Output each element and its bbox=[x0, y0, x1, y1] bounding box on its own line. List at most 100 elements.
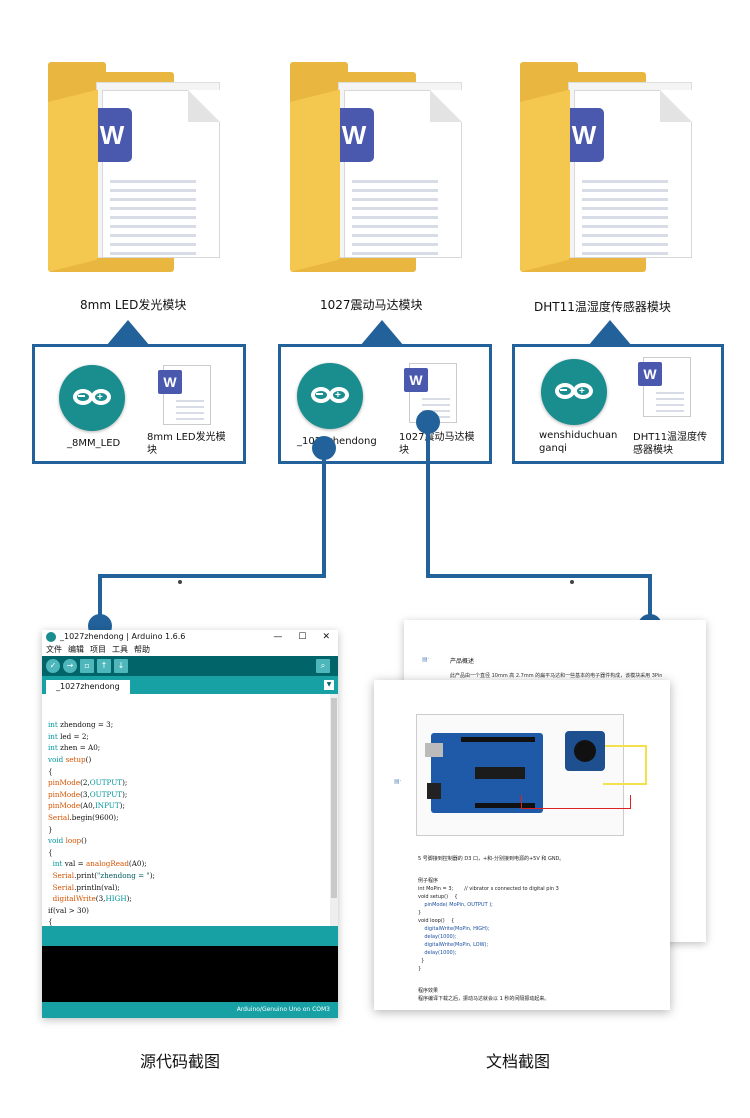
panel-led-files: + _8MM_LED W 8mm LED发光模块 bbox=[32, 344, 246, 464]
ide-titlebar: _1027zhendong | Arduino 1.6.6 — ☐ ✕ bbox=[42, 630, 338, 644]
doc-text-line: int MoPin = 3; // vibrator s connected t… bbox=[418, 886, 559, 892]
menu-edit[interactable]: 编辑 bbox=[68, 644, 84, 656]
code-line: int zhendong = 3; bbox=[48, 720, 114, 730]
upload-icon[interactable]: → bbox=[63, 659, 77, 673]
code-line: digitalWrite(3,HIGH); bbox=[52, 894, 132, 904]
ide-console bbox=[42, 946, 338, 1002]
code-line: pinMode(2,OUTPUT); bbox=[48, 778, 128, 788]
arduino-ide-window: _1027zhendong | Arduino 1.6.6 — ☐ ✕ 文件 编… bbox=[42, 630, 338, 1018]
wiring-diagram-image bbox=[416, 714, 647, 836]
code-line: Serial.begin(9600); bbox=[48, 812, 119, 822]
doc-text-line: 例子程序 bbox=[418, 878, 439, 884]
folder-led[interactable]: W bbox=[46, 62, 246, 282]
code-line: int val = analogRead(A0); bbox=[52, 859, 147, 869]
document-page-front: ▤· 5 号脚接到控制器的 D3 口，+和-分别接到电源的+5V 和 GND。例… bbox=[374, 680, 670, 1010]
close-icon[interactable]: ✕ bbox=[322, 630, 330, 644]
word-file-label: DHT11温湿度传 感器模块 bbox=[633, 432, 708, 456]
code-line: pinMode(A0,INPUT); bbox=[48, 801, 125, 811]
pointer-arrow bbox=[360, 320, 404, 346]
doc-text-line: delay(1000); bbox=[418, 934, 457, 940]
red-wire bbox=[521, 795, 631, 809]
arduino-file-label: _8MM_LED bbox=[67, 438, 121, 449]
connector-line bbox=[322, 448, 326, 576]
panel-dht11-files: + wenshiduchuan ganqi W DHT11温湿度传 感器模块 bbox=[512, 344, 724, 464]
doc-text-line: void loop() { bbox=[418, 918, 455, 924]
ide-menubar: 文件 编辑 项目 工具 帮助 bbox=[42, 644, 338, 656]
arduino-sketch-icon[interactable]: + bbox=[59, 365, 125, 431]
doc-text-line: 程序效果 bbox=[418, 988, 439, 994]
serial-monitor-icon[interactable]: ⌕ bbox=[316, 659, 330, 673]
menu-file[interactable]: 文件 bbox=[46, 644, 62, 656]
menu-sketch[interactable]: 项目 bbox=[90, 644, 106, 656]
minimize-icon[interactable]: — bbox=[273, 630, 282, 644]
word-doc-icon: W bbox=[334, 108, 374, 162]
doc-marker-icon: ▤· bbox=[394, 778, 402, 785]
doc-text-line: } bbox=[418, 910, 422, 916]
sketch-tab[interactable]: _1027zhendong bbox=[46, 680, 130, 694]
tab-menu-icon[interactable]: ▼ bbox=[324, 680, 334, 690]
code-line: int led = 2; bbox=[48, 731, 89, 741]
panel-motor-files: + _1027zhendong W 1027震动马达模块 bbox=[278, 344, 492, 464]
doc-text-line: 5 号脚接到控制器的 D3 口，+和-分别接到电源的+5V 和 GND。 bbox=[418, 856, 565, 862]
code-line: void setup() bbox=[48, 754, 92, 764]
menu-help[interactable]: 帮助 bbox=[134, 644, 150, 656]
code-line: pinMode(3,OUTPUT); bbox=[48, 789, 128, 799]
doc-text-line: pinMode( MoPin, OUTPUT ); bbox=[418, 902, 493, 908]
code-line: void loop() bbox=[48, 836, 87, 846]
marker-dot bbox=[570, 580, 574, 584]
folder-label-led: 8mm LED发光模块 bbox=[80, 298, 187, 312]
verify-icon[interactable]: ✓ bbox=[46, 659, 60, 673]
arduino-sketch-icon[interactable]: + bbox=[297, 363, 363, 429]
folder-front bbox=[520, 89, 570, 272]
doc-text-line: } bbox=[418, 966, 422, 972]
board-port-status: Arduino/Genuino Uno on COM3 bbox=[42, 1002, 338, 1018]
doc-text-line: } bbox=[418, 958, 425, 964]
word-file-label: 1027震动马达模块 bbox=[399, 432, 475, 456]
caption-document: 文档截图 bbox=[486, 1052, 551, 1071]
doc-text-line: delay(1000); bbox=[418, 950, 457, 956]
doc-text-line: digitalWrite(MoPin, LOW); bbox=[418, 942, 489, 948]
save-icon[interactable]: ↓ bbox=[114, 659, 128, 673]
ide-toolbar: ✓ → ▫ ↑ ↓ ⌕ bbox=[42, 656, 338, 676]
arduino-file-label: _1027zhendong bbox=[297, 436, 377, 447]
folder-front bbox=[290, 89, 340, 272]
new-icon[interactable]: ▫ bbox=[80, 659, 94, 673]
caption-source-code: 源代码截图 bbox=[140, 1052, 221, 1071]
code-line: { bbox=[48, 847, 53, 857]
paper-lines bbox=[110, 180, 196, 261]
doc-text-line: 程序编译下载之后，振动马达就会以 1 秒的间隔振动起来。 bbox=[418, 996, 550, 1002]
ide-statusbar bbox=[42, 926, 338, 946]
connector-line bbox=[426, 422, 430, 578]
doc-marker-icon: ▤· bbox=[422, 656, 430, 663]
pointer-arrow bbox=[106, 320, 150, 346]
code-line: } bbox=[48, 824, 53, 834]
code-line: if(val > 30) bbox=[48, 905, 89, 915]
editor-scrollbar[interactable] bbox=[330, 694, 338, 926]
pointer-arrow bbox=[588, 320, 632, 346]
doc-text-line: void setup() { bbox=[418, 894, 458, 900]
code-line: int zhen = A0; bbox=[48, 743, 101, 753]
arduino-sketch-icon[interactable]: + bbox=[541, 359, 607, 425]
code-editor[interactable]: int zhendong = 3; int led = 2; int zhen = … bbox=[42, 694, 338, 926]
menu-tools[interactable]: 工具 bbox=[112, 644, 128, 656]
folder-dht11[interactable]: W bbox=[518, 62, 718, 282]
word-file-icon[interactable]: W bbox=[158, 365, 211, 425]
code-line: { bbox=[48, 766, 53, 776]
connector-line bbox=[98, 574, 326, 578]
maximize-icon[interactable]: ☐ bbox=[298, 630, 306, 644]
folder-label-dht11: DHT11温湿度传感器模块 bbox=[534, 300, 671, 314]
vibration-motor-module bbox=[565, 731, 605, 771]
arduino-file-label: wenshiduchuan ganqi bbox=[539, 430, 618, 454]
word-file-icon[interactable]: W bbox=[638, 357, 691, 417]
word-doc-icon: W bbox=[564, 108, 604, 162]
word-file-label: 8mm LED发光模块 bbox=[147, 432, 226, 456]
ide-title: _1027zhendong | Arduino 1.6.6 bbox=[60, 632, 186, 641]
open-icon[interactable]: ↑ bbox=[97, 659, 111, 673]
word-doc-icon: W bbox=[92, 108, 132, 162]
doc-text-line: digitalWrite(MoPin, HIGH); bbox=[418, 926, 490, 932]
folder-motor[interactable]: W bbox=[288, 62, 488, 282]
doc-heading: 产品概述 bbox=[450, 658, 475, 665]
code-lines: int zhendong = 3; int led = 2; int zhen = … bbox=[48, 719, 332, 926]
paper-lines bbox=[582, 180, 668, 261]
doc-paragraph: 此产品由一个直径 10mm 高 2.7mm 的扁平马达和一些基本的电子器件构成，… bbox=[450, 673, 663, 679]
